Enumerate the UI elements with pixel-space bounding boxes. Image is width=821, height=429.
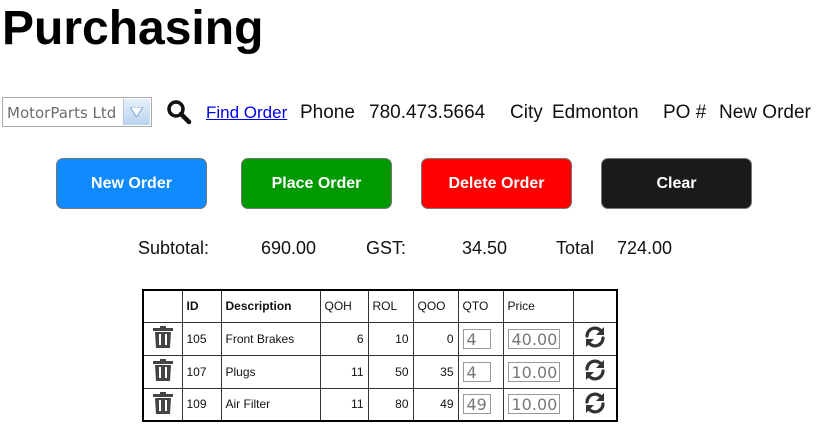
- delete-order-button[interactable]: Delete Order: [421, 158, 572, 209]
- refresh-icon[interactable]: [583, 359, 607, 385]
- subtotal-label: Subtotal:: [138, 238, 210, 258]
- row-qoh: 11: [319, 387, 369, 422]
- city-value: Edmonton: [552, 102, 639, 123]
- trash-icon[interactable]: [152, 391, 173, 417]
- row-qoo: 35: [412, 354, 459, 389]
- row-rol: 10: [367, 321, 414, 356]
- clear-button[interactable]: Clear: [601, 158, 752, 209]
- col-header-description: Description: [220, 289, 321, 323]
- chevron-down-icon: [130, 107, 143, 117]
- row-description: Air Filter: [220, 387, 321, 422]
- row-id: 105: [181, 321, 222, 356]
- row-qoo: 49: [412, 387, 459, 422]
- new-order-button[interactable]: New Order: [56, 158, 207, 209]
- trash-icon[interactable]: [152, 359, 173, 384]
- vendor-select[interactable]: MotorParts Ltd: [2, 97, 152, 127]
- po-label: PO #: [663, 102, 707, 123]
- table-row: 105 Front Brakes 6 10 0 4 40.00: [142, 321, 618, 356]
- total-label: Total: [556, 238, 595, 258]
- qto-input[interactable]: 4: [462, 328, 491, 349]
- table-row: 109 Air Filter 11 80 49 49 10.00: [142, 387, 618, 422]
- refresh-icon[interactable]: [583, 392, 607, 418]
- refresh-icon[interactable]: [583, 326, 607, 352]
- qto-input[interactable]: 49: [462, 394, 491, 415]
- table-row: 107 Plugs 11 50 35 4 10.00: [142, 354, 618, 389]
- row-description: Plugs: [220, 354, 321, 389]
- order-toolbar: MotorParts Ltd Find Order Phone 780.473.…: [2, 97, 817, 129]
- trash-icon[interactable]: [152, 326, 173, 351]
- col-header-qoh: QOH: [319, 289, 369, 323]
- col-header-delete: [142, 289, 183, 323]
- col-header-rol: ROL: [367, 289, 414, 323]
- table-header-row: ID Description QOH ROL QOO QTO Price: [142, 289, 618, 323]
- phone-label: Phone: [300, 102, 355, 123]
- find-order-link[interactable]: Find Order: [206, 103, 287, 123]
- row-description: Front Brakes: [220, 321, 321, 356]
- gst-value: 34.50: [462, 238, 508, 258]
- col-header-refresh: [572, 289, 618, 323]
- col-header-qoo: QOO: [412, 289, 459, 323]
- row-id: 107: [181, 354, 222, 389]
- subtotal-value: 690.00: [261, 238, 317, 258]
- vendor-dropdown-toggle[interactable]: [123, 99, 150, 125]
- row-id: 109: [181, 387, 222, 422]
- row-qoh: 11: [319, 354, 369, 389]
- page-title: Purchasing: [2, 2, 264, 55]
- row-rol: 50: [367, 354, 414, 389]
- gst-label: GST:: [366, 238, 407, 258]
- row-rol: 80: [367, 387, 414, 422]
- place-order-button[interactable]: Place Order: [241, 158, 392, 209]
- row-qoh: 6: [319, 321, 369, 356]
- col-header-id: ID: [181, 289, 222, 323]
- col-header-qto: QTO: [457, 289, 504, 323]
- po-value: New Order: [719, 102, 811, 123]
- row-qoo: 0: [412, 321, 459, 356]
- col-header-price: Price: [502, 289, 574, 323]
- qto-input[interactable]: 4: [462, 361, 491, 382]
- order-lines-table: ID Description QOH ROL QOO QTO Price 105: [142, 289, 618, 422]
- city-label: City: [510, 102, 543, 123]
- price-input[interactable]: 10.00: [507, 361, 560, 382]
- price-input[interactable]: 10.00: [507, 394, 560, 415]
- vendor-select-value: MotorParts Ltd: [7, 104, 117, 122]
- total-value: 724.00: [617, 238, 673, 258]
- price-input[interactable]: 40.00: [507, 328, 560, 349]
- phone-value: 780.473.5664: [369, 102, 486, 123]
- search-icon[interactable]: [166, 99, 192, 130]
